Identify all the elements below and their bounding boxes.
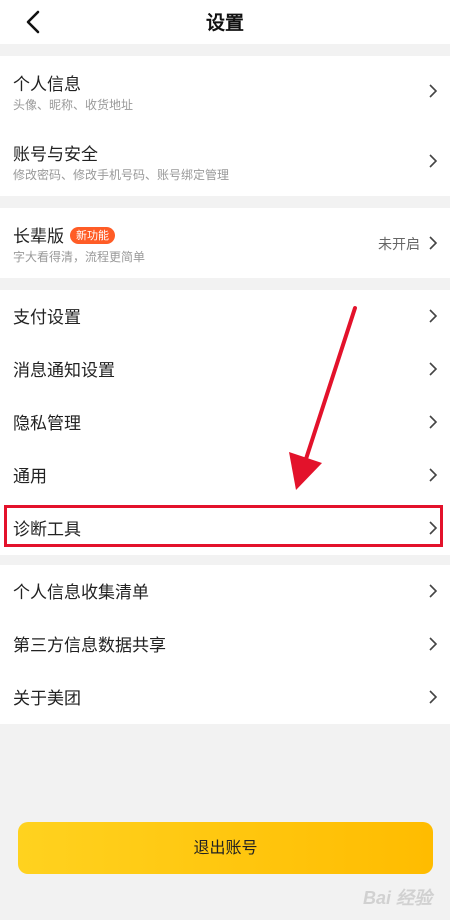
elder-mode-subtitle: 字大看得清，流程更简单 bbox=[13, 250, 146, 264]
general-label: 通用 bbox=[13, 467, 47, 487]
diagnostic-tools-item[interactable]: 诊断工具 bbox=[0, 502, 450, 555]
chevron-right-icon bbox=[429, 362, 438, 376]
page-title: 设置 bbox=[205, 12, 244, 34]
chevron-right-icon bbox=[429, 521, 438, 535]
chevron-right-icon bbox=[429, 236, 438, 250]
personal-info-subtitle: 头像、昵称、收货地址 bbox=[13, 98, 134, 112]
diagnostic-tools-label: 诊断工具 bbox=[13, 520, 81, 540]
chevron-right-icon bbox=[429, 309, 438, 323]
third-party-sharing-label: 第三方信息数据共享 bbox=[13, 636, 166, 656]
chevron-right-icon bbox=[429, 468, 438, 482]
payment-settings-label: 支付设置 bbox=[13, 308, 81, 328]
general-item[interactable]: 通用 bbox=[0, 449, 450, 502]
about-meituan-item[interactable]: 关于美团 bbox=[0, 671, 450, 724]
elder-mode-item[interactable]: 长辈版 新功能 字大看得清，流程更简单 未开启 bbox=[0, 208, 450, 278]
account-security-title: 账号与安全 bbox=[13, 145, 98, 165]
notification-settings-label: 消息通知设置 bbox=[13, 361, 115, 381]
elder-mode-group: 长辈版 新功能 字大看得清，流程更简单 未开启 bbox=[0, 208, 450, 278]
nav-bar: 设置 bbox=[0, 0, 450, 44]
elder-mode-title: 长辈版 bbox=[13, 227, 64, 247]
account-security-subtitle: 修改密码、修改手机号码、账号绑定管理 bbox=[13, 168, 230, 182]
personal-info-collection-label: 个人信息收集清单 bbox=[13, 583, 149, 603]
chevron-right-icon bbox=[429, 690, 438, 704]
privacy-management-label: 隐私管理 bbox=[13, 414, 81, 434]
chevron-right-icon bbox=[429, 84, 438, 98]
logout-button[interactable]: 退出账号 bbox=[18, 822, 433, 874]
chevron-right-icon bbox=[429, 584, 438, 598]
chevron-right-icon bbox=[429, 154, 438, 168]
about-meituan-label: 关于美团 bbox=[13, 689, 81, 709]
elder-mode-status: 未开启 bbox=[378, 237, 420, 253]
baidu-watermark: Bai 经验 bbox=[362, 888, 432, 908]
about-group: 个人信息收集清单 第三方信息数据共享 关于美团 bbox=[0, 565, 450, 724]
payment-settings-item[interactable]: 支付设置 bbox=[0, 290, 450, 343]
chevron-right-icon bbox=[429, 637, 438, 651]
settings-group: 支付设置 消息通知设置 隐私管理 通用 诊断工具 bbox=[0, 290, 450, 555]
notification-settings-item[interactable]: 消息通知设置 bbox=[0, 343, 450, 396]
chevron-right-icon bbox=[429, 415, 438, 429]
personal-info-item[interactable]: 个人信息 头像、昵称、收货地址 bbox=[0, 56, 450, 126]
third-party-sharing-item[interactable]: 第三方信息数据共享 bbox=[0, 618, 450, 671]
new-feature-badge: 新功能 bbox=[70, 227, 115, 244]
personal-info-title: 个人信息 bbox=[13, 75, 81, 95]
personal-info-collection-item[interactable]: 个人信息收集清单 bbox=[0, 565, 450, 618]
elder-mode-title-wrap: 长辈版 新功能 bbox=[13, 222, 115, 247]
privacy-management-item[interactable]: 隐私管理 bbox=[0, 396, 450, 449]
account-security-item[interactable]: 账号与安全 修改密码、修改手机号码、账号绑定管理 bbox=[0, 126, 450, 196]
account-group: 个人信息 头像、昵称、收货地址 账号与安全 修改密码、修改手机号码、账号绑定管理 bbox=[0, 56, 450, 196]
